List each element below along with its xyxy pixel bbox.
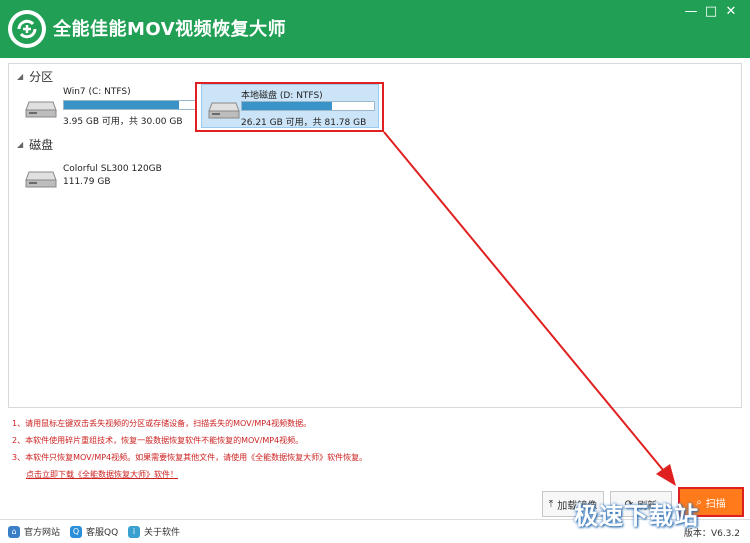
partition-section-label: 分区 xyxy=(29,70,54,84)
selection-annotation-box xyxy=(195,82,384,132)
partition-section-header[interactable]: ◢ 分区 xyxy=(17,68,53,85)
qq-support-link[interactable]: Q 客服QQ xyxy=(70,525,118,538)
note-line: 1、请用鼠标左键双击丢失视频的分区或存储设备，扫描丢失的MOV/MP4视频数据。 xyxy=(12,419,312,428)
app-logo-icon xyxy=(8,10,46,48)
maximize-button[interactable]: □ xyxy=(703,4,719,20)
qq-label: 客服QQ xyxy=(86,528,119,538)
note-line: 3、本软件只恢复MOV/MP4视频。如果需要恢复其他文件，请使用《全能数据恢复大… xyxy=(12,453,368,462)
note-line: 2、本软件使用碎片重组技术，恢复一般数据恢复软件不能恢复的MOV/MP4视频。 xyxy=(12,436,304,445)
hard-drive-icon xyxy=(25,101,57,118)
close-button[interactable]: ✕ xyxy=(723,4,739,20)
website-link[interactable]: ⌂ 官方网站 xyxy=(8,525,60,538)
partition-item-c[interactable]: Win7 (C: NTFS) 3.95 GB 可用，共 30.00 GB xyxy=(19,84,197,128)
capacity-bar xyxy=(63,100,197,110)
disk-name: Colorful SL300 120GB xyxy=(63,164,162,174)
about-link[interactable]: i 关于软件 xyxy=(128,525,180,538)
hard-drive-icon xyxy=(25,171,57,188)
upload-icon: ⤒ xyxy=(548,498,554,510)
disk-capacity: 111.79 GB xyxy=(63,177,111,187)
watermark: 极速下载站 xyxy=(574,502,699,530)
minimize-button[interactable]: — xyxy=(683,4,699,20)
scan-label: 扫描 xyxy=(705,498,726,510)
collapse-triangle-icon: ◢ xyxy=(17,140,24,149)
collapse-triangle-icon: ◢ xyxy=(17,72,24,81)
disk-section-label: 磁盘 xyxy=(29,138,54,152)
app-title: 全能佳能MOV视频恢复大师 xyxy=(53,19,287,40)
about-label: 关于软件 xyxy=(144,528,181,538)
home-icon: ⌂ xyxy=(8,525,20,538)
capacity-fill xyxy=(64,101,179,109)
version-number: V6.3.2 xyxy=(710,529,740,539)
qq-icon: Q xyxy=(70,525,82,538)
partition-name: Win7 (C: NTFS) xyxy=(63,87,131,97)
partition-capacity: 3.95 GB 可用，共 30.00 GB xyxy=(63,117,183,127)
info-icon: i xyxy=(128,525,140,538)
disk-section-header[interactable]: ◢ 磁盘 xyxy=(17,136,53,153)
website-label: 官方网站 xyxy=(24,528,61,538)
title-bar: 全能佳能MOV视频恢复大师 — □ ✕ xyxy=(0,0,750,58)
download-link[interactable]: 点击立即下载《全能数据恢复大师》软件！ xyxy=(26,469,178,480)
disk-item[interactable]: Colorful SL300 120GB 111.79 GB xyxy=(19,160,179,192)
